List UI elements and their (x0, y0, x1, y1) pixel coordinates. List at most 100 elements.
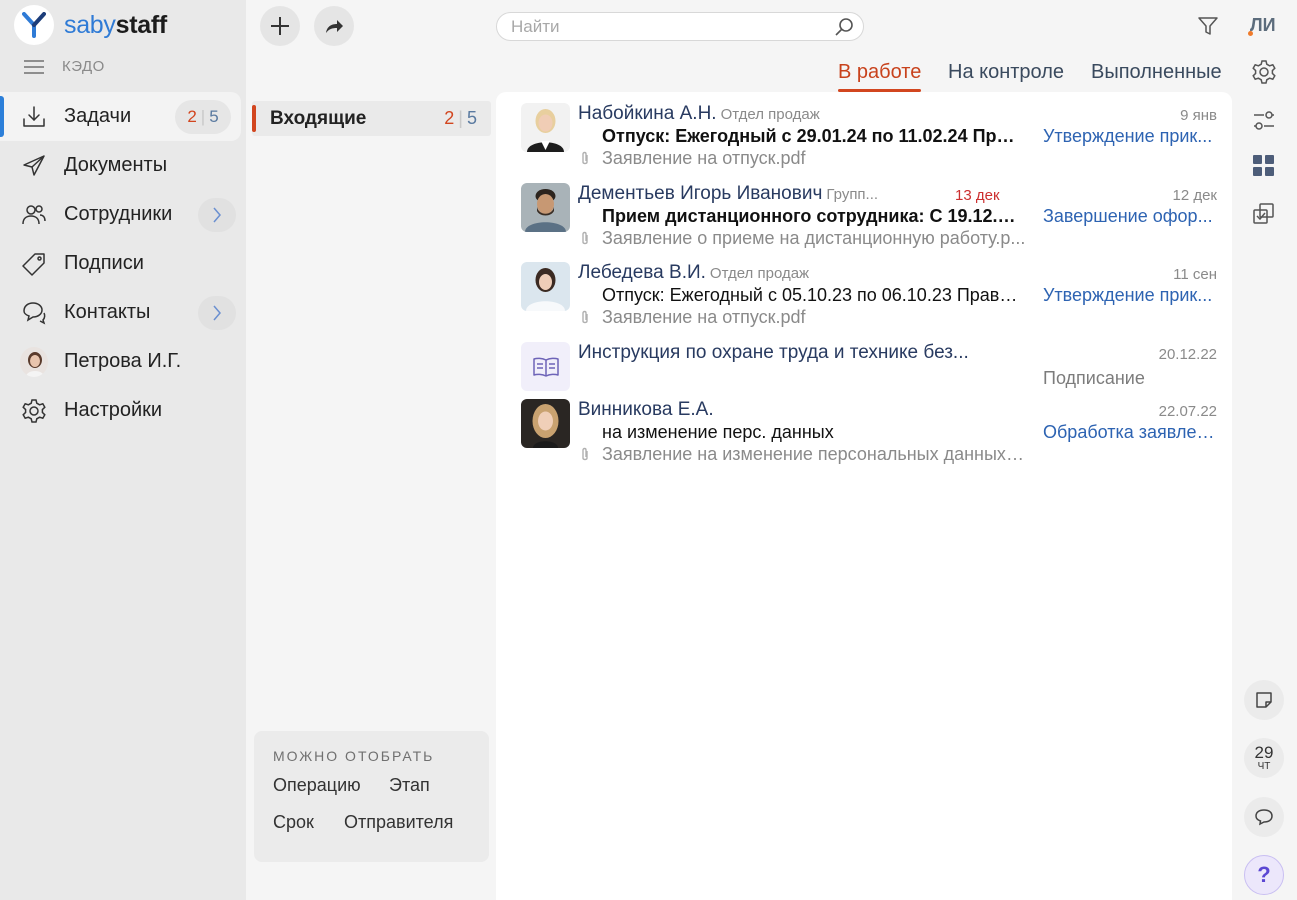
task-date: 20.12.22 (1158, 346, 1217, 363)
filter-option-operation[interactable]: Операцию (273, 775, 361, 796)
filter-option-stage[interactable]: Этап (389, 775, 430, 796)
search-field[interactable] (496, 12, 864, 41)
filter-option-deadline[interactable]: Срок (273, 812, 314, 833)
author-department: Отдел продаж (709, 265, 810, 282)
author-department: Групп... (826, 186, 879, 203)
filter-option-sender[interactable]: Отправителя (344, 812, 453, 833)
task-author[interactable]: Винникова Е.А. (578, 399, 714, 421)
sidebar-nav: Задачи 2 | 5 Документы Сотрудники Подпис… (0, 92, 246, 435)
sidebar-item-documents[interactable]: Документы (0, 141, 246, 190)
task-stage-link[interactable]: Обработка заявлен... (1043, 422, 1217, 443)
create-button[interactable] (260, 6, 300, 46)
sidebar-item-employees[interactable]: Сотрудники (0, 190, 246, 239)
sticky-note-icon (1256, 692, 1272, 708)
author-department: Отдел продаж (720, 106, 820, 123)
calendar-button[interactable]: 29 ЧТ (1244, 738, 1284, 778)
task-stage-link[interactable]: Утверждение прик... (1043, 285, 1217, 306)
document-title[interactable]: Инструкция по охране труда и технике без… (578, 342, 988, 364)
user-initials[interactable]: ЛИ (1248, 15, 1276, 36)
forward-arrow-icon (326, 20, 343, 33)
task-subject: Отпуск: Ежегодный с 05.10.23 по 06.10.23… (602, 285, 1022, 305)
task-author[interactable]: Лебедева В.И. Отдел продаж (578, 262, 809, 284)
task-row[interactable]: Дементьев Игорь Иванович Групп... 13 дек … (496, 183, 1232, 255)
avatar (521, 183, 570, 232)
avatar (521, 262, 570, 311)
sidebar-item-label: Документы (64, 154, 168, 176)
task-row[interactable]: Лебедева В.И. Отдел продаж 11 сен Отпуск:… (496, 262, 1232, 334)
logo-text: sabystaff (64, 10, 167, 39)
search-icon[interactable] (833, 16, 855, 38)
tab-on-control[interactable]: На контроле (948, 61, 1064, 84)
sidebar-item-signatures[interactable]: Подписи (0, 239, 246, 288)
task-list: Набойкина А.Н. Отдел продаж 9 янв Отпуск:… (496, 92, 1232, 900)
sidebar-item-settings[interactable]: Настройки (0, 386, 246, 435)
task-subject: Прием дистанционного сотрудника: С 19.12… (602, 206, 1022, 226)
attachment-link[interactable]: Заявление на отпуск.pdf (602, 148, 1027, 169)
folder-name: Входящие (270, 108, 367, 129)
sidebar-item-label: Сотрудники (64, 203, 173, 225)
task-date: 12 дек (1172, 187, 1217, 204)
task-author[interactable]: Набойкина А.Н. Отдел продаж (578, 103, 820, 125)
signature-tag-icon (20, 250, 48, 278)
task-row[interactable]: Винникова Е.А. 22.07.22 на изменение пер… (496, 399, 1232, 471)
paperclip-icon (582, 231, 588, 245)
gear-icon[interactable] (1250, 58, 1278, 86)
people-icon (20, 201, 48, 229)
calendar-day: 29 (1254, 743, 1274, 762)
folder-count: 2 | 5 (444, 108, 477, 128)
help-button[interactable]: ? (1244, 855, 1284, 895)
filter-icon[interactable] (1197, 15, 1219, 37)
attachment-link[interactable]: Заявление на отпуск.pdf (602, 307, 1027, 328)
task-subject: на изменение перс. данных (602, 422, 834, 442)
app-logo[interactable]: sabystaff (14, 5, 167, 45)
plus-icon (271, 17, 289, 35)
task-row[interactable]: Набойкина А.Н. Отдел продаж 9 янв Отпуск:… (496, 103, 1232, 175)
task-stage-link[interactable]: Утверждение прик... (1043, 126, 1217, 147)
tasks-count-badge: 2 | 5 (175, 99, 231, 134)
task-date: 11 сен (1173, 266, 1217, 283)
checklist-icon[interactable] (1250, 200, 1278, 228)
forward-button[interactable] (314, 6, 354, 46)
chevron-right-icon[interactable] (198, 295, 236, 330)
filter-panel-title: МОЖНО ОТОБРАТЬ (273, 748, 435, 764)
calendar-weekday: ЧТ (1257, 761, 1271, 772)
attachment-link[interactable]: Заявление о приеме на дистанционную рабо… (602, 228, 1027, 249)
tab-completed[interactable]: Выполненные (1091, 61, 1222, 84)
help-label: ? (1257, 862, 1271, 887)
sidebar-item-contacts[interactable]: Контакты (0, 288, 246, 337)
attachment-link[interactable]: Заявление на изменение персональных данн… (602, 444, 1027, 465)
section-switcher[interactable]: КЭДО (24, 58, 105, 75)
avatar (521, 399, 570, 448)
notes-button[interactable] (1244, 680, 1284, 720)
gear-icon (20, 397, 48, 425)
sidebar-item-label: Подписи (64, 252, 144, 274)
task-author[interactable]: Дементьев Игорь Иванович Групп... (578, 183, 878, 205)
search-input[interactable] (511, 17, 821, 37)
sidebar-item-tasks[interactable]: Задачи 2 | 5 (0, 92, 241, 141)
paperclip-icon (582, 151, 588, 165)
sliders-icon[interactable] (1250, 106, 1278, 134)
task-deadline: 13 дек (955, 187, 1000, 204)
chevron-right-icon[interactable] (198, 197, 236, 232)
paperclip-icon (582, 310, 588, 324)
sidebar-item-label: Задачи (64, 105, 132, 127)
notification-dot (1248, 31, 1253, 36)
task-stage-link[interactable]: Завершение офор... (1043, 206, 1217, 227)
right-rail: ЛИ 29 ЧТ ? (1232, 0, 1297, 900)
chat-button[interactable] (1244, 797, 1284, 837)
task-row[interactable]: Инструкция по охране труда и технике без… (496, 342, 1232, 392)
grid-apps-icon[interactable] (1250, 152, 1278, 180)
paper-plane-icon (20, 152, 48, 180)
task-date: 9 янв (1180, 107, 1217, 124)
hamburger-menu-icon[interactable] (24, 59, 44, 75)
avatar (521, 103, 570, 152)
task-subject: Отпуск: Ежегодный с 29.01.24 по 11.02.24… (602, 126, 1022, 146)
saby-logo-icon (14, 5, 54, 45)
sidebar-item-profile[interactable]: Петрова И.Г. (0, 337, 246, 386)
avatar (20, 346, 48, 377)
inbox-download-icon (20, 103, 48, 131)
sidebar: sabystaff КЭДО Задачи 2 | 5 Документы Со… (0, 0, 246, 900)
folder-incoming[interactable]: Входящие 2 | 5 (252, 101, 491, 136)
tab-in-progress[interactable]: В работе (838, 61, 922, 92)
sidebar-item-label: Петрова И.Г. (64, 350, 182, 372)
